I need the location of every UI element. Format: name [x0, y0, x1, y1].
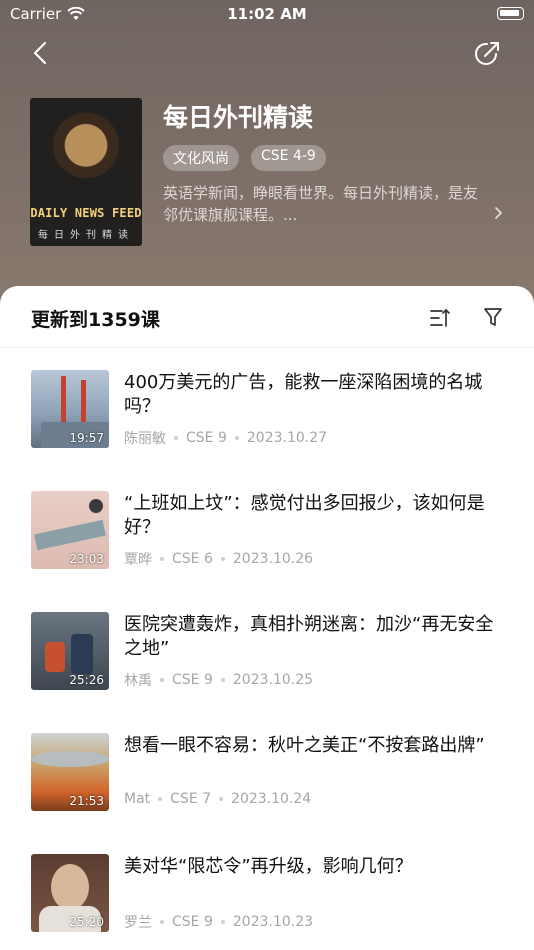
lesson-thumbnail: 25:20: [31, 854, 109, 932]
separator-dot: [220, 557, 225, 561]
lesson-item[interactable]: 21:53 想看一眼不容易：秋叶之美正“不按套路出牌” Mat CSE 7 20…: [0, 711, 534, 832]
course-title: 每日外刊精读: [163, 103, 314, 132]
separator-dot: [219, 797, 224, 801]
separator-dot: [220, 678, 225, 682]
lesson-thumbnail: 25:26: [31, 612, 109, 690]
course-header: Carrier 11:02 AM DAILY NEWS FEED 每日外刊精读 …: [0, 0, 534, 320]
lesson-duration: 25:26: [69, 673, 104, 687]
separator-dot: [158, 797, 163, 801]
separator-dot: [160, 557, 164, 561]
lesson-duration: 23:03: [69, 552, 104, 566]
status-time: 11:02 AM: [227, 5, 307, 23]
lesson-level: CSE 9: [186, 430, 227, 446]
tag-category[interactable]: 文化风尚: [163, 145, 239, 171]
lesson-title: 想看一眼不容易：秋叶之美正“不按套路出牌”: [124, 735, 485, 756]
lesson-title: “上班如上坟”：感觉付出多回报少，该如何是好？: [124, 493, 485, 538]
lesson-item[interactable]: 25:26 医院突遭轰炸，真相扑朔迷离：加沙“再无安全之地” 林禹 CSE 9 …: [0, 590, 534, 711]
lesson-list: 19:57 400万美元的广告，能救一座深陷困境的名城吗？ 陈丽敏 CSE 9 …: [0, 348, 534, 950]
lesson-meta: Mat CSE 7 2023.10.24: [124, 791, 311, 807]
share-icon[interactable]: [472, 39, 502, 69]
lesson-meta: 罗兰 CSE 9 2023.10.23: [124, 912, 313, 932]
filter-icon[interactable]: [482, 306, 504, 328]
sort-icon[interactable]: [428, 306, 452, 330]
separator-dot: [174, 436, 178, 440]
lesson-meta: 林禹 CSE 9 2023.10.25: [124, 670, 313, 690]
lesson-meta: 陈丽敏 CSE 9 2023.10.27: [124, 428, 327, 448]
separator-dot: [160, 920, 164, 924]
tag-level[interactable]: CSE 4-9: [251, 145, 326, 171]
lesson-duration: 21:53: [69, 794, 104, 808]
lesson-item[interactable]: 25:20 美对华“限芯令”再升级，影响几何？ 罗兰 CSE 9 2023.10…: [0, 832, 534, 950]
lesson-item[interactable]: 23:03 “上班如上坟”：感觉付出多回报少，该如何是好？ 覃晔 CSE 6 2…: [0, 469, 534, 590]
lesson-author: 陈丽敏: [124, 431, 166, 447]
lesson-author: Mat: [124, 791, 151, 807]
lesson-author: 林禹: [124, 673, 152, 689]
lesson-title: 美对华“限芯令”再升级，影响几何？: [124, 856, 413, 877]
lesson-thumbnail: 23:03: [31, 491, 109, 569]
lesson-duration: 19:57: [69, 431, 104, 445]
lesson-meta: 覃晔 CSE 6 2023.10.26: [124, 549, 313, 569]
lesson-item[interactable]: 19:57 400万美元的广告，能救一座深陷困境的名城吗？ 陈丽敏 CSE 9 …: [0, 348, 534, 469]
cover-title: DAILY NEWS FEED: [30, 206, 142, 220]
lesson-title: 医院突遭轰炸，真相扑朔迷离：加沙“再无安全之地”: [124, 614, 494, 659]
separator-dot: [220, 920, 225, 924]
lesson-date: 2023.10.25: [232, 672, 314, 688]
lesson-level: CSE 9: [172, 672, 213, 688]
separator-dot: [234, 436, 239, 440]
lesson-level: CSE 9: [172, 914, 213, 930]
lesson-level: CSE 7: [170, 791, 212, 807]
status-bar: Carrier 11:02 AM: [0, 0, 534, 28]
course-tags: 文化风尚 CSE 4-9: [163, 145, 326, 171]
lesson-sheet: 更新到1359课 19:57 400万美元的广告，能救一座深陷困境的名城吗？ 陈…: [0, 286, 534, 950]
lesson-title: 400万美元的广告，能救一座深陷困境的名城吗？: [124, 372, 483, 417]
chevron-right-icon[interactable]: [493, 206, 505, 220]
lesson-level: CSE 6: [172, 551, 213, 567]
lesson-author: 覃晔: [124, 552, 152, 568]
lesson-duration: 25:20: [69, 915, 104, 929]
lesson-date: 2023.10.23: [232, 914, 314, 930]
back-icon[interactable]: [26, 38, 56, 68]
list-header: 更新到1359课: [0, 286, 534, 348]
update-count-title: 更新到1359课: [31, 309, 160, 331]
lesson-date: 2023.10.27: [246, 430, 328, 446]
course-description[interactable]: 英语学新闻，睁眼看世界。每日外刊精读，是友邻优课旗舰课程。...: [163, 182, 481, 226]
cover-subtitle: 每日外刊精读: [38, 230, 134, 241]
lesson-thumbnail: 19:57: [31, 370, 109, 448]
battery-icon: [497, 7, 524, 20]
separator-dot: [160, 678, 164, 682]
course-cover: DAILY NEWS FEED 每日外刊精读: [30, 98, 142, 246]
lesson-thumbnail: 21:53: [31, 733, 109, 811]
lesson-author: 罗兰: [124, 915, 152, 931]
lesson-date: 2023.10.26: [232, 551, 314, 567]
lesson-date: 2023.10.24: [231, 791, 312, 807]
